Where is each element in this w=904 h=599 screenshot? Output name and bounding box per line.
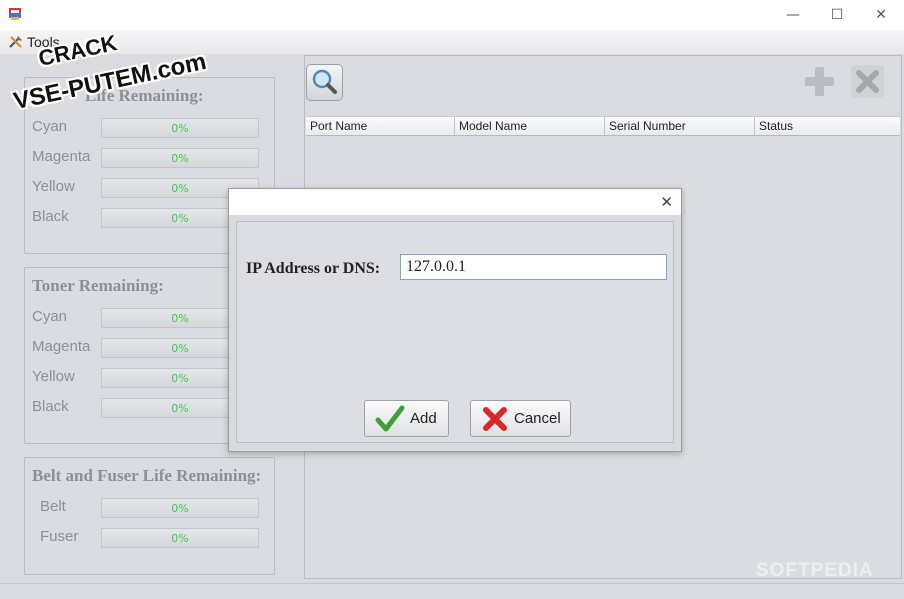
column-port-name[interactable]: Port Name <box>306 117 455 135</box>
drum-magenta-label: Magenta <box>32 148 91 165</box>
minimize-button[interactable]: — <box>775 4 811 26</box>
fuser-value: 0% <box>171 532 189 545</box>
drum-cyan-bar: 0% <box>101 118 259 138</box>
ip-address-input[interactable] <box>400 254 667 280</box>
belt-fuser-panel: Belt and Fuser Life Remaining: Belt 0% F… <box>24 457 275 575</box>
window-close-button[interactable]: ✕ <box>863 4 899 26</box>
drum-cyan-value: 0% <box>171 122 189 135</box>
belt-label: Belt <box>40 498 66 515</box>
cancel-button[interactable]: Cancel <box>470 400 571 437</box>
window-titlebar: — ☐ ✕ <box>0 0 904 30</box>
column-model-name[interactable]: Model Name <box>455 117 605 135</box>
add-button-label: Add <box>410 410 437 427</box>
belt-bar: 0% <box>101 498 259 518</box>
toner-cyan-label: Cyan <box>32 308 68 325</box>
toner-black-label: Black <box>32 398 69 415</box>
drum-yellow-label: Yellow <box>32 178 75 195</box>
cancel-button-label: Cancel <box>514 410 561 427</box>
toner-title: Toner Remaining: <box>32 276 164 295</box>
softpedia-watermark: SOFTPEDIA <box>756 560 874 581</box>
ip-address-label: IP Address or DNS: <box>246 260 381 277</box>
search-icon <box>312 69 337 94</box>
belt-value: 0% <box>171 502 189 515</box>
toner-magenta-label: Magenta <box>32 338 91 355</box>
add-printer-button[interactable] <box>801 63 838 100</box>
drum-magenta-value: 0% <box>171 152 189 165</box>
checkmark-icon <box>375 405 405 431</box>
column-status[interactable]: Status <box>755 117 900 135</box>
cancel-x-icon <box>483 406 507 431</box>
crack-watermark: CRACK VSE-PUTEM.com <box>8 30 208 115</box>
drum-black-label: Black <box>32 208 69 225</box>
search-button[interactable] <box>306 64 343 101</box>
fuser-bar: 0% <box>101 528 259 548</box>
drum-magenta-bar: 0% <box>101 148 259 168</box>
dialog-close-button[interactable]: ✕ <box>660 192 673 212</box>
printer-table-header: Port Name Model Name Serial Number Statu… <box>306 116 900 136</box>
toner-yellow-label: Yellow <box>32 368 75 385</box>
remove-printer-button[interactable] <box>849 63 886 100</box>
drum-cyan-label: Cyan <box>32 118 68 135</box>
fuser-label: Fuser <box>40 528 79 545</box>
status-bar <box>0 583 904 599</box>
maximize-button[interactable]: ☐ <box>819 4 855 26</box>
watermark-line-1: CRACK <box>36 30 120 71</box>
column-serial-number[interactable]: Serial Number <box>605 117 755 135</box>
printer-app-icon <box>9 8 21 20</box>
x-icon <box>851 65 884 98</box>
dialog-titlebar: ✕ <box>229 189 681 215</box>
plus-icon <box>805 67 834 96</box>
dialog-content: IP Address or DNS: Add Cancel <box>236 221 674 443</box>
belt-fuser-title: Belt and Fuser Life Remaining: <box>32 466 262 485</box>
add-printer-dialog: ✕ IP Address or DNS: Add Cancel <box>228 188 682 452</box>
add-button[interactable]: Add <box>364 400 449 437</box>
